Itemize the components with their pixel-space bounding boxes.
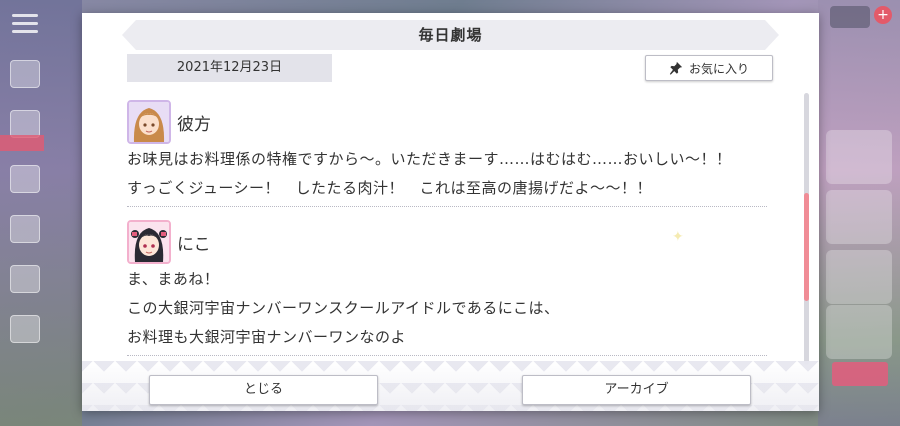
- background-icon: [10, 165, 40, 193]
- dialogue-line: お味見はお料理係の特権ですから〜。いただきまーす……はむはむ……おいしい〜！！: [127, 150, 732, 168]
- background-tile: [826, 305, 892, 359]
- dialogue-line: ま、まあね！: [127, 270, 220, 288]
- date-label: 2021年12月23日: [127, 54, 332, 82]
- favorite-button[interactable]: お気に入り: [645, 55, 773, 81]
- dialogue-line: すっごくジューシー！ したたる肉汁！ これは至高の唐揚げだよ〜〜！！: [127, 179, 653, 197]
- background-icon: [10, 60, 40, 88]
- divider: [127, 355, 767, 356]
- background-tag: [0, 135, 44, 151]
- menu-icon: [12, 14, 38, 34]
- scrollbar-thumb[interactable]: [804, 193, 809, 301]
- background-tile: [826, 130, 892, 184]
- avatar: [127, 220, 171, 264]
- plus-icon: +: [874, 6, 892, 24]
- speaker-row: 彼方: [127, 99, 767, 145]
- sparkle-icon: ✦: [672, 229, 684, 245]
- background-tag: [832, 362, 888, 386]
- dialogue-entry: にこ ま、まあね！ この大銀河宇宙ナンバーワンスクールアイドルであるにこは、 お…: [127, 219, 767, 356]
- close-button[interactable]: とじる: [149, 375, 378, 405]
- background-tile: [826, 190, 892, 244]
- background-tile: [826, 250, 892, 304]
- avatar: [127, 100, 171, 144]
- background-icon: [10, 110, 40, 138]
- dialogue-line: お料理も大銀河宇宙ナンバーワンなのよ: [127, 328, 407, 346]
- background-icon: [10, 215, 40, 243]
- dialogue-entry: 彼方 お味見はお料理係の特権ですから〜。いただきまーす……はむはむ……おいしい〜…: [127, 99, 767, 207]
- archive-button[interactable]: アーカイブ: [522, 375, 751, 405]
- divider: [127, 206, 767, 207]
- speaker-row: にこ: [127, 219, 767, 265]
- dialog-title: 毎日劇場: [418, 26, 483, 44]
- favorite-label: お気に入り: [688, 61, 749, 76]
- dialogue-list[interactable]: 彼方 お味見はお料理係の特権ですから〜。いただきまーす……はむはむ……おいしい〜…: [127, 99, 767, 356]
- background-icon: [10, 265, 40, 293]
- dialogue-line: この大銀河宇宙ナンバーワンスクールアイドルであるにこは、: [127, 299, 560, 317]
- background-icon: [10, 315, 40, 343]
- pin-icon: [669, 61, 683, 75]
- background-currency: [830, 6, 870, 28]
- speaker-name: にこ: [177, 234, 211, 255]
- speaker-name: 彼方: [177, 114, 211, 135]
- daily-theater-dialog: 毎日劇場 2021年12月23日 お気に入り 彼方 お味見はお料理係の特権ですか…: [82, 13, 819, 411]
